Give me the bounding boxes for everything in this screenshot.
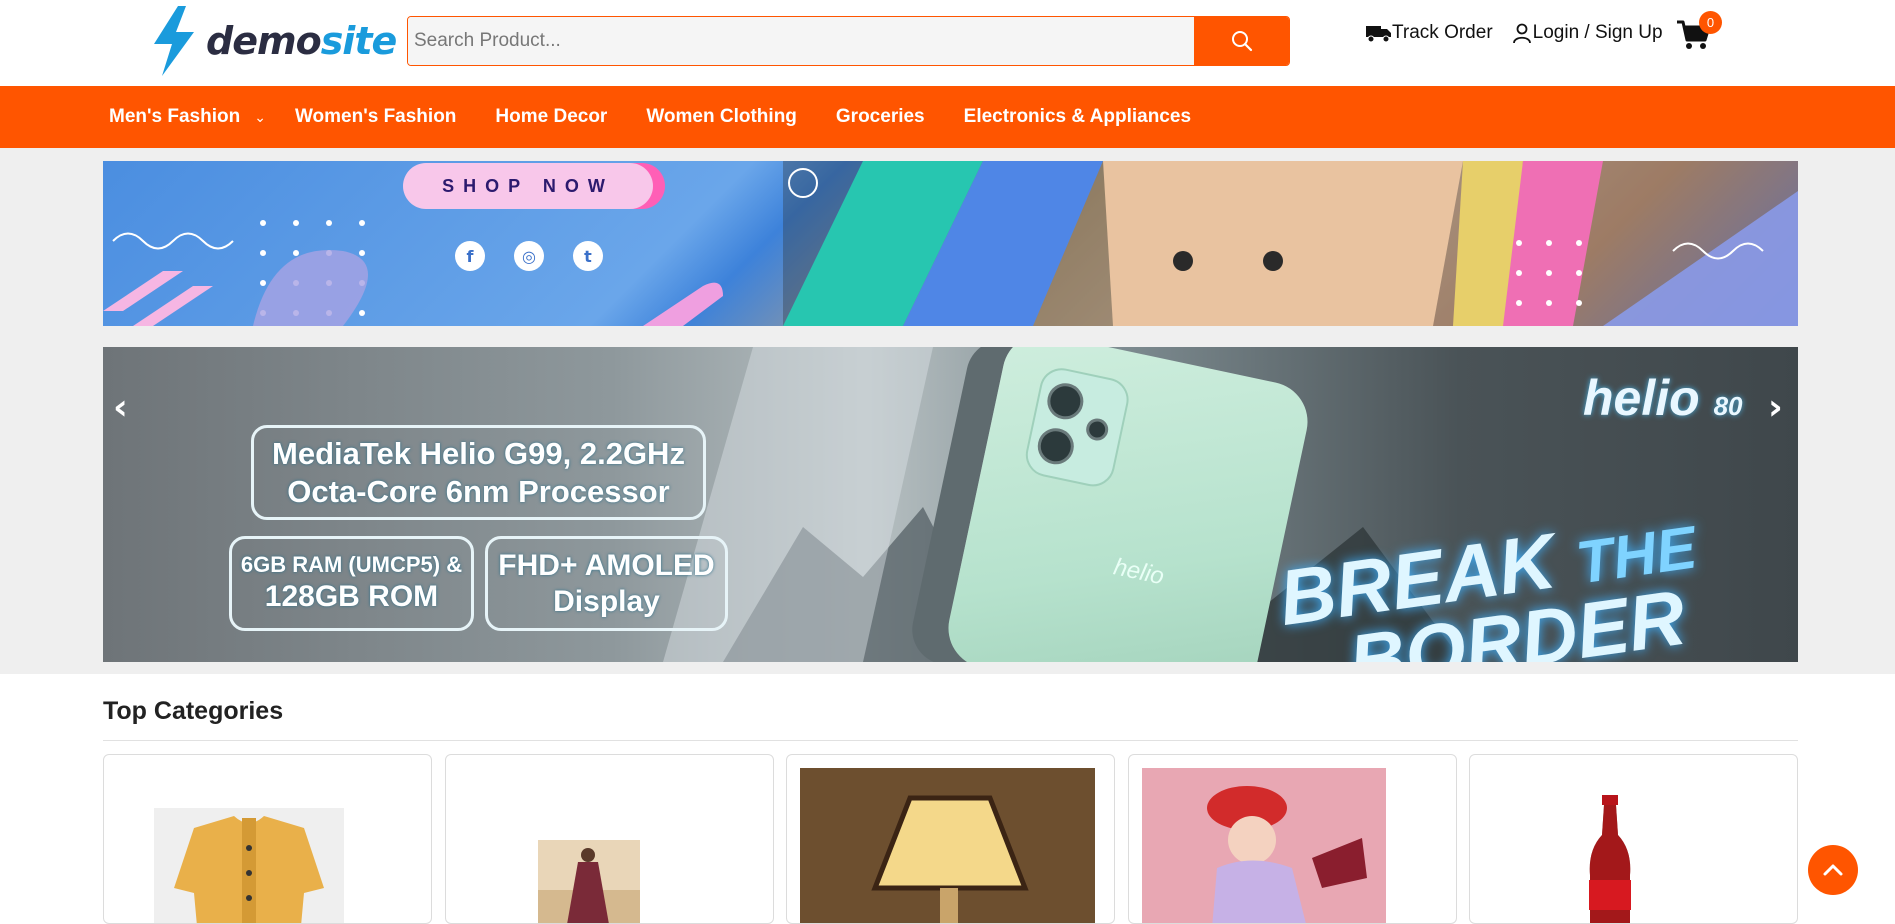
helio-model-number: 80 [1713, 391, 1743, 421]
category-card[interactable] [1128, 754, 1457, 924]
shop-now-button[interactable]: SHOP NOW [403, 163, 653, 209]
category-card[interactable] [445, 754, 774, 924]
twitter-icon[interactable]: t [573, 241, 603, 271]
helio-brand-name: helio [1583, 370, 1700, 426]
nav-item-label: Women's Fashion [294, 106, 457, 127]
user-icon [1512, 23, 1531, 44]
scroll-to-top-button[interactable] [1808, 845, 1858, 895]
spec-memory: 6GB RAM (UMCP5) & 128GB ROM [229, 536, 474, 631]
promo-banner-art [103, 161, 1798, 326]
hero-carousel: ‹ › MediaTek Helio G99, 2.2GHz Octa-Core… [103, 347, 1798, 662]
search-button[interactable] [1194, 17, 1289, 65]
spec-memory-line2: 128GB ROM [264, 579, 439, 613]
nav-item-label: Electronics & Appliances [963, 106, 1192, 127]
logo-text-part2: site [320, 19, 398, 63]
spec-processor: MediaTek Helio G99, 2.2GHz Octa-Core 6nm… [251, 425, 706, 520]
camera-lens-icon [1034, 424, 1078, 468]
search-bar [407, 16, 1290, 66]
nav-item-label: Home Decor [495, 106, 608, 127]
site-header: demosite Track Order Login / S [0, 0, 1895, 86]
cart-count-badge: 0 [1699, 11, 1722, 34]
nav-item-label: Women Clothing [646, 106, 797, 127]
nav-item-women-clothing[interactable]: Women Clothing [646, 106, 797, 128]
promo-banner[interactable]: SHOP NOW f ◎ t [103, 161, 1798, 326]
spec-display-line2: Display [553, 584, 660, 618]
divider [103, 740, 1798, 741]
categories-title: Top Categories [103, 697, 284, 725]
camera-lens-icon [1084, 416, 1111, 443]
lightning-logo-icon [154, 6, 194, 76]
header-links: Track Order Login / Sign Up [1366, 22, 1663, 44]
carousel-prev-button[interactable]: ‹ [113, 387, 128, 428]
login-label: Login / Sign Up [1532, 22, 1663, 43]
saree-image [538, 840, 640, 923]
lamp-image [800, 768, 1095, 923]
category-card[interactable] [786, 754, 1115, 924]
nav-item-label: Groceries [835, 106, 925, 127]
nav-item-womens-fashion[interactable]: Women's Fashion [295, 106, 456, 128]
category-card[interactable] [1469, 754, 1798, 924]
camera-lens-icon [1044, 379, 1087, 423]
spec-processor-line1: MediaTek Helio G99, 2.2GHz [272, 436, 685, 472]
search-input[interactable] [408, 17, 1194, 65]
category-card[interactable] [103, 754, 432, 924]
track-order-link[interactable]: Track Order [1366, 22, 1493, 44]
nav-item-label: Men's Fashion [109, 106, 241, 127]
hero-section: SHOP NOW f ◎ t ‹ › MediaTek Helio G99, 2… [0, 148, 1895, 674]
spec-display: FHD+ AMOLED Display [485, 536, 728, 631]
helio-brand-title: helio 80 [1583, 369, 1743, 427]
logo-text: demosite [206, 19, 398, 63]
nav-item-electronics[interactable]: Electronics & Appliances [964, 106, 1191, 128]
search-icon [1231, 31, 1252, 52]
truck-icon [1366, 26, 1391, 43]
track-order-label: Track Order [1392, 22, 1493, 43]
spec-memory-line1: 6GB RAM (UMCP5) & [240, 552, 463, 578]
nav-item-groceries[interactable]: Groceries [836, 106, 925, 128]
chevron-down-icon: ⌄ [254, 108, 266, 125]
site-logo[interactable]: demosite [150, 6, 398, 76]
facebook-icon[interactable]: f [455, 241, 485, 271]
spec-display-line1: FHD+ AMOLED [498, 548, 715, 582]
phone-brand-text: helio [1111, 553, 1167, 591]
instagram-icon[interactable]: ◎ [514, 241, 544, 271]
carousel-next-button[interactable]: › [1768, 387, 1783, 428]
phone-image: helio [941, 347, 1315, 662]
logo-text-part1: demo [206, 19, 322, 63]
login-link[interactable]: Login / Sign Up [1511, 22, 1663, 44]
camera-module [1021, 364, 1133, 491]
chevron-up-icon [1823, 864, 1843, 876]
nav-item-mens-fashion[interactable]: Men's Fashion ⌄ [109, 106, 266, 128]
main-nav: Men's Fashion ⌄ Women's Fashion Home Dec… [0, 86, 1895, 148]
spec-processor-line2: Octa-Core 6nm Processor [287, 473, 670, 509]
shirt-image [154, 808, 344, 923]
nav-item-home-decor[interactable]: Home Decor [495, 106, 607, 128]
women-fashion-image [1142, 768, 1386, 923]
